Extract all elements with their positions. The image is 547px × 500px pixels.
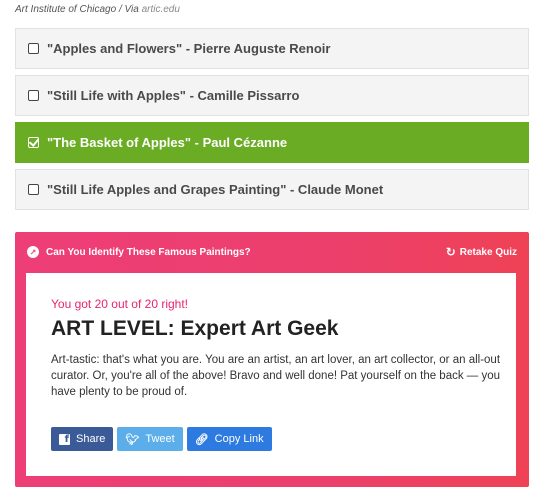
result-description: Art-tastic: that's what you are. You are… xyxy=(51,354,501,398)
answer-label: "Still Life with Apples" - Camille Pissa… xyxy=(47,88,300,103)
refresh-icon: ↻ xyxy=(445,245,456,259)
credit-link[interactable]: artic.edu xyxy=(142,4,180,15)
link-icon: 🔗︎ xyxy=(194,432,209,446)
answer-label: "Still Life Apples and Grapes Painting" … xyxy=(47,182,384,197)
retake-quiz-button[interactable]: ↻ Retake Quiz xyxy=(446,245,517,259)
result-card: You got 20 out of 20 right! ART LEVEL: E… xyxy=(26,273,516,476)
answer-label: "The Basket of Apples" - Paul Cézanne xyxy=(47,135,288,150)
credit-text: Art Institute of Chicago / Via xyxy=(15,4,142,15)
quiz-title: Can You Identify These Famous Paintings? xyxy=(46,246,251,258)
answer-option-selected[interactable]: "The Basket of Apples" - Paul Cézanne xyxy=(15,122,529,163)
result-header: ↗ Can You Identify These Famous Painting… xyxy=(15,232,529,272)
result-level-title: ART LEVEL: Expert Art Geek xyxy=(51,317,339,340)
quiz-result-panel: ↗ Can You Identify These Famous Painting… xyxy=(15,232,529,487)
facebook-share-label: Share xyxy=(76,433,106,445)
facebook-share-button[interactable]: f Share xyxy=(51,427,114,451)
image-credit: Art Institute of Chicago / Via artic.edu xyxy=(15,4,180,15)
retake-label: Retake Quiz xyxy=(459,246,517,258)
answer-option[interactable]: "Still Life Apples and Grapes Painting" … xyxy=(15,169,529,210)
answer-list: "Apples and Flowers" - Pierre Auguste Re… xyxy=(15,28,529,216)
copy-link-label: Copy Link xyxy=(214,433,264,445)
twitter-share-label: Tweet xyxy=(145,433,175,445)
checkbox-icon[interactable] xyxy=(28,90,39,101)
twitter-icon: 🐦︎ xyxy=(125,432,140,446)
trending-icon: ↗ xyxy=(27,246,39,258)
answer-option[interactable]: "Still Life with Apples" - Camille Pissa… xyxy=(15,75,529,116)
score-text: You got 20 out of 20 right! xyxy=(51,297,188,311)
copy-link-button[interactable]: 🔗︎ Copy Link xyxy=(186,427,272,451)
checkbox-checked-icon[interactable] xyxy=(28,137,39,148)
checkbox-icon[interactable] xyxy=(28,43,39,54)
checkbox-icon[interactable] xyxy=(28,184,39,195)
answer-label: "Apples and Flowers" - Pierre Auguste Re… xyxy=(47,41,331,56)
facebook-icon: f xyxy=(59,433,70,445)
share-buttons: f Share 🐦︎ Tweet 🔗︎ Copy Link xyxy=(51,427,276,451)
answer-option[interactable]: "Apples and Flowers" - Pierre Auguste Re… xyxy=(15,28,529,69)
twitter-share-button[interactable]: 🐦︎ Tweet xyxy=(117,427,183,451)
